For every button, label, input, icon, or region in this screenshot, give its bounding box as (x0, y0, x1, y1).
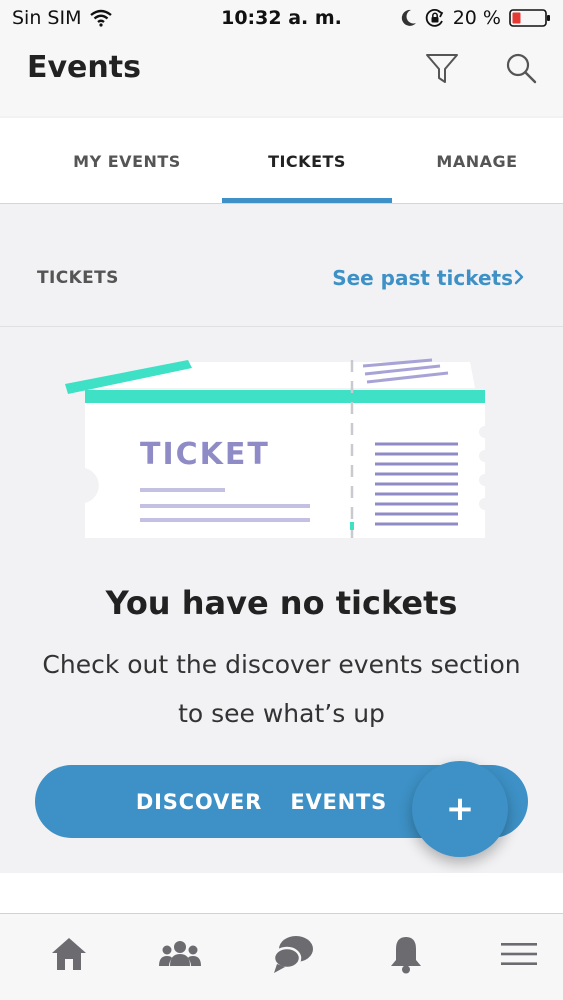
see-past-tickets-link[interactable]: See past tickets (332, 266, 513, 290)
tabbar-menu[interactable] (497, 932, 541, 976)
section-label: TICKETS (37, 268, 119, 288)
battery-icon (509, 9, 550, 27)
search-icon (506, 53, 537, 84)
screen: Sin SIM 10:32 a. m. 20 % Events MY EVENT… (0, 0, 563, 1000)
plus-icon: + (445, 789, 475, 829)
bell-icon (391, 937, 421, 974)
active-tab-indicator (222, 198, 392, 203)
ticket-label: TICKET (140, 437, 270, 472)
filter-icon (426, 54, 458, 83)
tab-manage[interactable]: MANAGE (392, 118, 562, 204)
battery-percent: 20 % (452, 7, 501, 29)
ticket-illustration: TICKET (65, 358, 485, 538)
empty-state-line-1: Check out the discover events section (42, 650, 521, 679)
chat-icon (272, 936, 313, 973)
tabbar-notifications[interactable] (384, 932, 428, 976)
status-right: 20 % (401, 7, 551, 29)
home-icon (52, 938, 86, 970)
tabbar-home[interactable] (47, 932, 91, 976)
orientation-lock-icon (425, 8, 443, 27)
tabbar-chat[interactable] (271, 932, 315, 976)
tickets-section-header: TICKETS See past tickets (0, 205, 563, 327)
empty-state-line-2: to see what’s up (178, 699, 385, 728)
filter-button[interactable] (424, 52, 460, 86)
add-fab-button[interactable]: + (412, 761, 508, 857)
tabbar-people[interactable] (158, 932, 202, 976)
menu-icon (501, 943, 537, 965)
content-bottom-strip (0, 873, 563, 913)
tab-my-events[interactable]: MY EVENTS (42, 118, 212, 204)
tab-tickets[interactable]: TICKETS (222, 118, 392, 204)
nav-header: Events (0, 40, 563, 116)
discover-events-label: DISCOVER EVENTS (135, 789, 388, 814)
status-bar: Sin SIM 10:32 a. m. 20 % (0, 0, 563, 40)
people-icon (159, 941, 201, 966)
chevron-right-icon[interactable] (513, 267, 525, 287)
page-title: Events (27, 50, 141, 85)
tab-bar-top: MY EVENTS TICKETS MANAGE (0, 118, 563, 204)
empty-state-title: You have no tickets (105, 584, 458, 622)
search-button[interactable] (504, 51, 538, 85)
back-ticket (65, 358, 475, 394)
empty-state-message: Check out the discover events section to… (20, 640, 543, 738)
moon-icon (401, 9, 416, 26)
bottom-tab-bar (0, 913, 563, 1000)
